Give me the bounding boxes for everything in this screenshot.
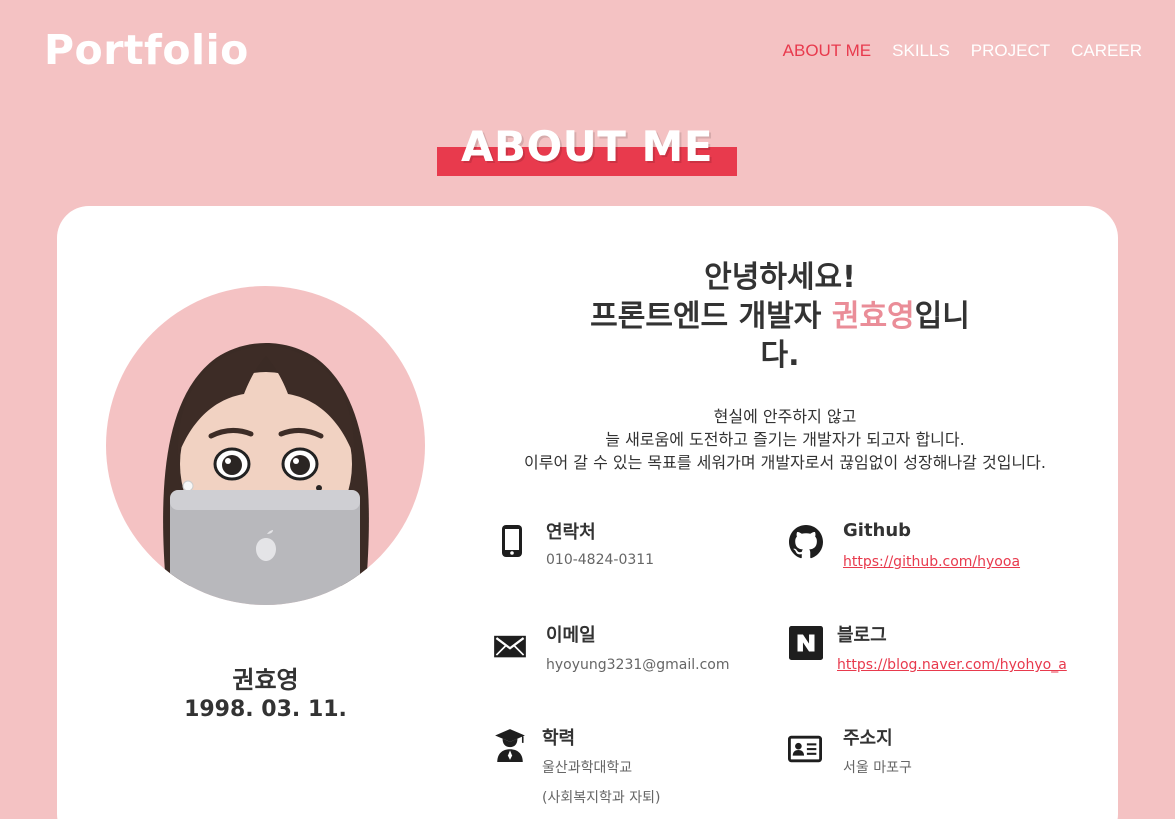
section-title-text: ABOUT ME xyxy=(460,122,714,171)
smartphone-icon xyxy=(502,525,522,557)
greeting-line-2: 프론트엔드 개발자 권효영입니 xyxy=(545,297,1015,336)
nav-career[interactable]: CAREER xyxy=(1071,41,1142,61)
profile-name: 권효영 xyxy=(232,666,299,694)
nav-skills[interactable]: SKILLS xyxy=(892,41,950,61)
blog-link[interactable]: https://blog.naver.com/hyohyo_a xyxy=(837,649,1067,681)
memoji-avatar xyxy=(106,286,425,605)
info-label: 연락처 xyxy=(546,522,596,543)
greeting-heading: 안녕하세요! 프론트엔드 개발자 권효영입니 다. xyxy=(545,258,1015,375)
greeting-prefix: 프론트엔드 개발자 xyxy=(590,299,832,334)
nav-about-me[interactable]: ABOUT ME xyxy=(783,41,871,61)
info-label: 이메일 xyxy=(546,625,596,646)
intro-line: 늘 새로움에 도전하고 즐기는 개발자가 되고자 합니다. xyxy=(605,430,965,449)
intro-line: 이루어 갈 수 있는 목표를 세워가며 개발자로서 끊임없이 성장해나갈 것입니… xyxy=(524,453,1046,472)
info-label: 주소지 xyxy=(843,728,893,749)
main-nav: ABOUT ME SKILLS PROJECT CAREER xyxy=(783,41,1142,61)
info-label: 학력 xyxy=(542,728,576,749)
intro-text: 현실에 안주하지 않고 늘 새로움에 도전하고 즐기는 개발자가 되고자 합니다… xyxy=(462,405,1108,474)
nav-project[interactable]: PROJECT xyxy=(971,41,1050,61)
greeting-suffix: 입니 xyxy=(914,299,970,334)
profile-birthdate: 1998. 03. 11. xyxy=(184,697,347,722)
naver-icon xyxy=(789,626,823,660)
envelope-icon xyxy=(494,635,526,658)
greeting-line-3: 다. xyxy=(760,338,800,373)
github-link[interactable]: https://github.com/hyooa xyxy=(843,546,1020,578)
logo[interactable]: Portfolio xyxy=(44,26,249,74)
info-value: 서울 마포구 xyxy=(843,760,912,776)
greeting-line-1: 안녕하세요! xyxy=(704,260,856,295)
info-value: 010-4824-0311 xyxy=(546,552,655,568)
section-title: ABOUT ME xyxy=(437,120,737,178)
id-card-icon xyxy=(788,735,822,763)
info-value: 울산과학대학교 xyxy=(542,760,633,776)
github-icon xyxy=(789,525,823,559)
info-value: hyoyung3231@gmail.com xyxy=(546,657,730,673)
info-label: 블로그 xyxy=(837,625,887,646)
about-card: 권효영 1998. 03. 11. 안녕하세요! 프론트엔드 개발자 권효영입니… xyxy=(57,206,1118,819)
intro-line: 현실에 안주하지 않고 xyxy=(713,407,857,426)
info-label: Github xyxy=(843,520,912,541)
info-value-secondary: (사회복지학과 자퇴) xyxy=(542,790,661,806)
graduate-icon xyxy=(495,729,525,762)
greeting-highlight-name: 권효영 xyxy=(831,299,915,334)
